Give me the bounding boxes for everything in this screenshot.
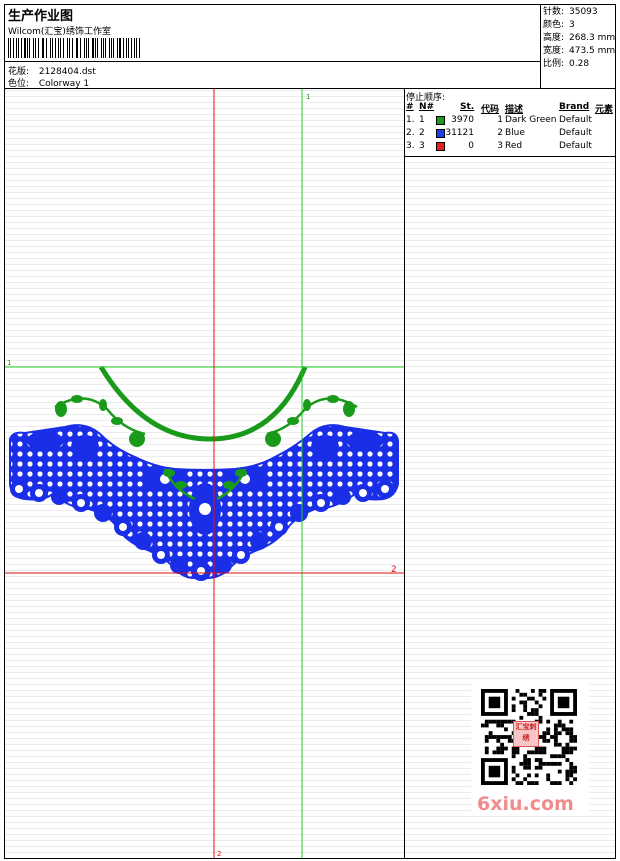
col-description: 描述 [505, 105, 524, 115]
row-description: Dark Green [505, 115, 557, 125]
color-swatch [436, 116, 445, 125]
color-count: 颜色: 3 [543, 20, 575, 30]
row-description: Red [505, 141, 523, 151]
col-stitches: St. [460, 102, 475, 112]
row-code: 1 [497, 115, 503, 125]
sheet-header: 生产作业图 Wilcom(汇宝)绣饰工作室 花版: 2128404.dst 色位… [5, 5, 541, 89]
guide-label-h-red: 2 [391, 565, 397, 575]
row-stitches: 3970 [451, 115, 474, 125]
production-sheet: 生产作业图 Wilcom(汇宝)绣饰工作室 花版: 2128404.dst 色位… [4, 4, 616, 859]
row-n: 1 [419, 115, 425, 125]
stop-sequence-row[interactable]: 3. 3 0 3 Red Default [405, 141, 615, 154]
row-brand: Default [559, 141, 592, 151]
row-n: 3 [419, 141, 425, 151]
row-code: 2 [497, 128, 503, 138]
col-code: 代码 [481, 105, 500, 115]
stop-sequence-row[interactable]: 2. 2 31121 2 Blue Default [405, 128, 615, 141]
row-stitches: 31121 [445, 128, 474, 138]
blue-lace-motif [9, 424, 399, 581]
row-num: 3. [406, 141, 415, 151]
design-width: 宽度: 473.5 mm [543, 46, 616, 56]
colorway-label: 色位: [8, 79, 30, 89]
barcode [8, 38, 143, 58]
qr-stamp-logo: 汇宝刺绣 [513, 721, 539, 747]
colorway-row: 色位: Colorway 1 [8, 76, 89, 89]
guide-label-v-red: 2 [217, 850, 221, 858]
col-brand: Brand [559, 102, 590, 112]
row-num: 2. [406, 128, 415, 138]
row-stitches: 0 [468, 141, 474, 151]
col-n: N# [419, 102, 435, 112]
stop-sequence-row[interactable]: 1. 1 3970 1 Dark Green Default [405, 115, 615, 128]
col-num: # [406, 102, 414, 112]
stitch-count: 针数: 35093 [543, 7, 598, 17]
row-num: 1. [406, 115, 415, 125]
header-divider [5, 61, 540, 62]
row-brand: Default [559, 115, 592, 125]
embroidery-canvas: 1 1 2 2 [5, 89, 404, 858]
design-stats: 针数: 35093 颜色: 3 高度: 268.3 mm 宽度: 473.5 mm 比例… [541, 5, 615, 89]
design-height: 高度: 268.3 mm [543, 33, 616, 43]
row-brand: Default [559, 128, 592, 138]
row-description: Blue [505, 128, 525, 138]
colorway-value: Colorway 1 [38, 79, 90, 89]
col-element: 元素 [595, 105, 614, 115]
row-code: 3 [497, 141, 503, 151]
company-name: Wilcom(汇宝)绣饰工作室 [8, 27, 111, 37]
color-swatch [436, 129, 445, 138]
stop-sequence-header: # N# St. 代码 描述 Brand 元素 [405, 102, 615, 115]
page-title: 生产作业图 [8, 9, 74, 24]
color-swatch [436, 142, 445, 151]
watermark-text: 6xiu.com [477, 793, 574, 815]
design-scale: 比例: 0.28 [543, 59, 590, 69]
row-n: 2 [419, 128, 425, 138]
guide-label-h-green: 1 [7, 359, 11, 367]
guide-label-v-green: 1 [306, 93, 310, 101]
design-preview[interactable]: 1 1 2 2 [5, 89, 405, 858]
